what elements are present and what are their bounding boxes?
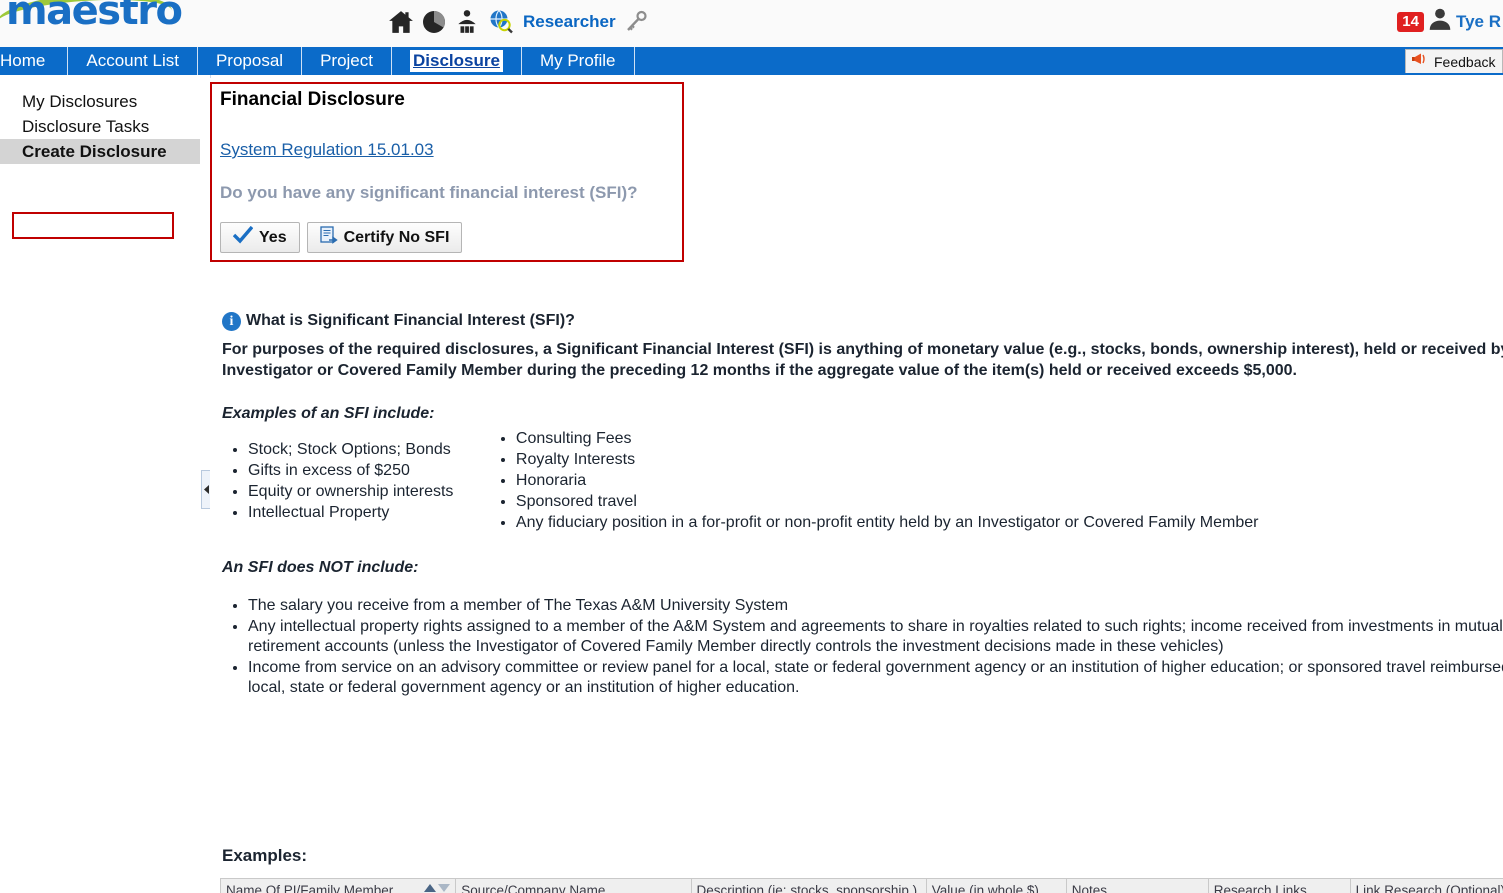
notification-badge[interactable]: 14 <box>1397 11 1424 32</box>
financial-disclosure-panel: Financial Disclosure System Regulation 1… <box>210 82 684 262</box>
list-item: Gifts in excess of $250 <box>248 460 490 481</box>
avatar[interactable] <box>1427 6 1453 37</box>
column-header-research-links[interactable]: Research Links <box>1207 878 1351 893</box>
list-item: Any fiduciary position in a for-profit o… <box>516 512 1503 533</box>
column-header-label: Value (in whole $) <box>931 883 1039 893</box>
nav-label: Account List <box>86 51 179 70</box>
sidebar-item-label: Create Disclosure <box>22 142 167 161</box>
megaphone-icon <box>1412 51 1430 72</box>
column-header-notes[interactable]: Notes <box>1065 878 1209 893</box>
sfi-examples-columns: Stock; Stock Options; Bonds Gifts in exc… <box>222 430 1503 533</box>
list-item: Stock; Stock Options; Bonds <box>248 439 490 460</box>
page-title: Financial Disclosure <box>220 89 405 110</box>
column-header-label: Description (ie: stocks, sponsorship ) <box>696 883 918 893</box>
sort-control[interactable] <box>424 884 451 892</box>
page-root: Search: Project i maestro <box>0 0 1503 893</box>
sfi-examples-column-2: Consulting Fees Royalty Interests Honora… <box>490 430 1503 533</box>
create-disclosure-highlight <box>12 212 174 239</box>
nav-item-proposal[interactable]: Proposal <box>198 47 303 75</box>
sidebar-item-my-disclosures[interactable]: My Disclosures <box>0 89 200 114</box>
sort-ascending-icon[interactable] <box>424 884 437 892</box>
disclosure-actions: Yes Certify No SFI <box>220 222 463 253</box>
sidebar-item-disclosure-tasks[interactable]: Disclosure Tasks <box>0 114 200 139</box>
sidebar-item-create-disclosure[interactable]: Create Disclosure <box>0 139 200 164</box>
nav-items: Home Account List Proposal Project Discl… <box>0 47 1503 75</box>
column-header-label: Name Of PI/Family Member Covered <box>226 883 394 893</box>
feedback-label: Feedback <box>1434 53 1496 70</box>
column-header-label: Source/Company Name <box>461 883 606 893</box>
main-content: Financial Disclosure System Regulation 1… <box>210 78 1503 893</box>
list-item: Intellectual Property <box>248 502 490 523</box>
list-item: Any intellectual property rights assigne… <box>248 617 1503 657</box>
nav-label: Disclosure <box>410 50 503 72</box>
sidebar-item-label: My Disclosures <box>22 92 138 111</box>
list-item: Equity or ownership interests <box>248 481 490 502</box>
sfi-question: Do you have any significant financial in… <box>220 183 638 202</box>
user-name[interactable]: Tye R <box>1456 12 1501 32</box>
brand-band: maestro Researcher 14 Tye R <box>0 0 1503 47</box>
list-item: Royalty Interests <box>516 449 1503 470</box>
feedback-button[interactable]: Feedback <box>1405 49 1503 73</box>
examples-table: Name Of PI/Family Member Covered Source/… <box>219 878 1503 893</box>
column-header-description[interactable]: Description (ie: stocks, sponsorship ) <box>690 878 927 893</box>
column-header-label: Notes <box>1071 883 1108 893</box>
list-item: Honoraria <box>516 470 1503 491</box>
pie-chart-icon[interactable] <box>422 10 446 34</box>
nav-item-project[interactable]: Project <box>302 47 392 75</box>
yes-label: Yes <box>259 228 287 246</box>
globe-search-icon[interactable] <box>488 9 514 35</box>
examples-heading: Examples of an SFI include: <box>222 405 435 422</box>
check-icon <box>232 225 254 249</box>
list-item: The salary you receive from a member of … <box>248 596 1503 616</box>
sfi-definition-paragraph: For purposes of the required disclosures… <box>222 341 1503 379</box>
nav-label: Proposal <box>215 51 284 70</box>
maestro-logo[interactable]: maestro <box>0 0 186 38</box>
info-icon: i <box>222 312 241 331</box>
role-label: Researcher <box>523 12 616 31</box>
table-header-row: Name Of PI/Family Member Covered Source/… <box>219 878 1503 893</box>
chevron-left-icon <box>203 481 210 499</box>
sort-descending-icon[interactable] <box>438 884 451 892</box>
nav-item-my-profile[interactable]: My Profile <box>522 47 635 75</box>
sfi-info-heading-text: What is Significant Financial Interest (… <box>246 312 575 329</box>
nav-item-account-list[interactable]: Account List <box>68 47 198 75</box>
sfi-examples-column-1: Stock; Stock Options; Bonds Gifts in exc… <box>222 439 490 533</box>
yes-button[interactable]: Yes <box>220 222 300 253</box>
examples-table-label: Examples: <box>222 846 308 865</box>
column-header-link-research[interactable]: Link Research (Optional) <box>1349 878 1503 893</box>
list-item: Sponsored travel <box>516 491 1503 512</box>
column-header-label: Link Research (Optional) <box>1355 883 1503 893</box>
nav-label: Home <box>0 51 46 70</box>
not-include-list: The salary you receive from a member of … <box>222 596 1503 698</box>
list-item: Income from service on an advisory commi… <box>248 658 1503 698</box>
header-icon-group: Researcher <box>388 9 648 35</box>
sidebar: My Disclosures Disclosure Tasks Create D… <box>0 75 201 893</box>
nav-item-home[interactable]: Home <box>0 47 69 75</box>
column-header-label: Research Links <box>1213 883 1307 893</box>
presenter-icon[interactable] <box>454 9 480 35</box>
certify-no-sfi-button[interactable]: Certify No SFI <box>306 222 463 253</box>
column-header-name[interactable]: Name Of PI/Family Member Covered <box>219 878 457 893</box>
column-header-value[interactable]: Value (in whole $) <box>925 878 1067 893</box>
column-header-source[interactable]: Source/Company Name <box>455 878 692 893</box>
keys-icon[interactable] <box>624 10 648 34</box>
system-regulation-link[interactable]: System Regulation 15.01.03 <box>220 140 434 160</box>
nav-label: Project <box>320 51 373 70</box>
nav-item-disclosure[interactable]: Disclosure <box>392 47 522 75</box>
user-account-group[interactable]: 14 Tye R <box>1397 6 1501 37</box>
list-item: Consulting Fees <box>516 428 1503 449</box>
sfi-info-block: i What is Significant Financial Interest… <box>222 312 1503 699</box>
main-nav: Home Account List Proposal Project Discl… <box>0 47 1503 75</box>
not-include-heading: An SFI does NOT include: <box>222 559 419 576</box>
sfi-info-heading: i What is Significant Financial Interest… <box>222 312 1503 331</box>
logo-wordmark: maestro <box>6 0 183 34</box>
sidebar-item-label: Disclosure Tasks <box>22 117 150 136</box>
document-arrow-icon <box>319 225 338 250</box>
home-icon[interactable] <box>388 9 414 35</box>
certify-label: Certify No SFI <box>343 228 450 246</box>
nav-label: My Profile <box>539 51 616 70</box>
